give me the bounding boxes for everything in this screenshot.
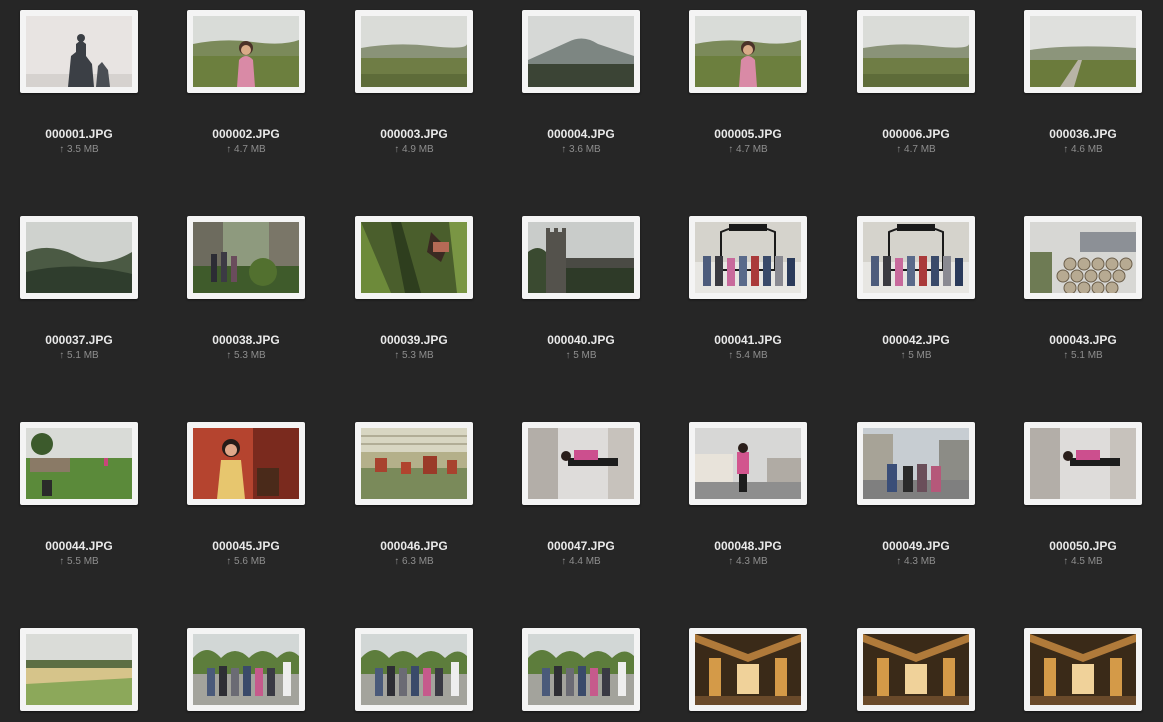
photo-thumbnail[interactable] — [187, 216, 305, 299]
photo-thumbnail[interactable] — [1024, 10, 1142, 93]
photo-thumbnail[interactable] — [689, 628, 807, 711]
photo-image — [26, 428, 132, 499]
photo-image — [863, 222, 969, 293]
photo-thumbnail[interactable] — [355, 216, 473, 299]
photo-thumbnail[interactable] — [857, 628, 975, 711]
photo-image — [863, 428, 969, 499]
file-name: 000036.JPG — [1049, 127, 1117, 141]
photo-image — [695, 428, 801, 499]
file-name: 000050.JPG — [1049, 539, 1117, 553]
photo-thumbnail[interactable] — [522, 628, 640, 711]
photo-thumbnail[interactable] — [1024, 422, 1142, 505]
photo-image — [1030, 634, 1136, 705]
file-size: ↑ 5.3 MB — [226, 350, 266, 361]
photo-thumbnail[interactable] — [355, 10, 473, 93]
photo-thumbnail[interactable] — [355, 422, 473, 505]
file-size: ↑ 5.5 MB — [59, 556, 99, 567]
file-size: ↑ 5 MB — [565, 350, 597, 361]
file-size: ↑ 5.3 MB — [394, 350, 434, 361]
photo-thumbnail[interactable] — [187, 628, 305, 711]
file-name: 000039.JPG — [380, 333, 448, 347]
photo-thumbnail[interactable] — [689, 10, 807, 93]
file-size: ↑ 5.6 MB — [226, 556, 266, 567]
photo-image — [1030, 222, 1136, 293]
photo-thumbnail[interactable] — [857, 422, 975, 505]
photo-thumbnail[interactable] — [20, 10, 138, 93]
photo-thumbnail[interactable] — [20, 422, 138, 505]
file-size: ↑ 5.1 MB — [59, 350, 99, 361]
file-name: 000006.JPG — [882, 127, 950, 141]
file-name: 000046.JPG — [380, 539, 448, 553]
file-size: ↑ 6.3 MB — [394, 556, 434, 567]
photo-image — [26, 16, 132, 87]
photo-image — [1030, 428, 1136, 499]
photo-image — [361, 16, 467, 87]
file-name: 000004.JPG — [547, 127, 615, 141]
file-size: ↑ 4.7 MB — [896, 144, 936, 155]
file-size: ↑ 3.6 MB — [561, 144, 601, 155]
file-size: ↑ 4.7 MB — [226, 144, 266, 155]
photo-thumbnail[interactable] — [20, 628, 138, 711]
photo-image — [1030, 16, 1136, 87]
photo-image — [26, 634, 132, 705]
photo-image — [193, 634, 299, 705]
photo-image — [695, 16, 801, 87]
photo-image — [193, 428, 299, 499]
file-name: 000037.JPG — [45, 333, 113, 347]
file-name: 000043.JPG — [1049, 333, 1117, 347]
photo-image — [695, 634, 801, 705]
photo-image — [361, 222, 467, 293]
photo-thumbnail[interactable] — [187, 10, 305, 93]
file-name: 000044.JPG — [45, 539, 113, 553]
photo-thumbnail[interactable] — [355, 628, 473, 711]
file-name: 000042.JPG — [882, 333, 950, 347]
photo-image — [528, 16, 634, 87]
photo-thumbnail[interactable] — [689, 216, 807, 299]
photo-thumbnail[interactable] — [20, 216, 138, 299]
photo-thumbnail[interactable] — [857, 10, 975, 93]
file-name: 000005.JPG — [714, 127, 782, 141]
file-size: ↑ 5 MB — [900, 350, 932, 361]
photo-image — [26, 222, 132, 293]
photo-image — [695, 222, 801, 293]
file-name: 000001.JPG — [45, 127, 113, 141]
file-size: ↑ 4.4 MB — [561, 556, 601, 567]
photo-thumbnail[interactable] — [689, 422, 807, 505]
file-size: ↑ 3.5 MB — [59, 144, 99, 155]
photo-thumbnail[interactable] — [522, 10, 640, 93]
photo-image — [528, 634, 634, 705]
file-size: ↑ 4.9 MB — [394, 144, 434, 155]
photo-image — [528, 428, 634, 499]
file-name: 000003.JPG — [380, 127, 448, 141]
file-size: ↑ 4.3 MB — [728, 556, 768, 567]
file-name: 000047.JPG — [547, 539, 615, 553]
file-size: ↑ 4.5 MB — [1063, 556, 1103, 567]
photo-image — [528, 222, 634, 293]
photo-image — [193, 222, 299, 293]
photo-thumbnail[interactable] — [1024, 628, 1142, 711]
photo-thumbnail[interactable] — [522, 422, 640, 505]
file-size: ↑ 4.3 MB — [896, 556, 936, 567]
photo-thumbnail[interactable] — [1024, 216, 1142, 299]
file-size: ↑ 4.6 MB — [1063, 144, 1103, 155]
photo-grid: 000001.JPG ↑ 3.5 MB 000002.JPG ↑ 4.7 MB 0000… — [0, 0, 1163, 722]
file-size: ↑ 5.1 MB — [1063, 350, 1103, 361]
photo-image — [361, 428, 467, 499]
photo-thumbnail[interactable] — [522, 216, 640, 299]
file-name: 000045.JPG — [212, 539, 280, 553]
file-size: ↑ 5.4 MB — [728, 350, 768, 361]
photo-thumbnail[interactable] — [187, 422, 305, 505]
file-size: ↑ 4.7 MB — [728, 144, 768, 155]
file-name: 000041.JPG — [714, 333, 782, 347]
photo-image — [361, 634, 467, 705]
file-name: 000002.JPG — [212, 127, 280, 141]
photo-thumbnail[interactable] — [857, 216, 975, 299]
file-name: 000038.JPG — [212, 333, 280, 347]
photo-image — [863, 634, 969, 705]
file-name: 000049.JPG — [882, 539, 950, 553]
file-name: 000040.JPG — [547, 333, 615, 347]
file-name: 000048.JPG — [714, 539, 782, 553]
photo-image — [193, 16, 299, 87]
photo-image — [863, 16, 969, 87]
